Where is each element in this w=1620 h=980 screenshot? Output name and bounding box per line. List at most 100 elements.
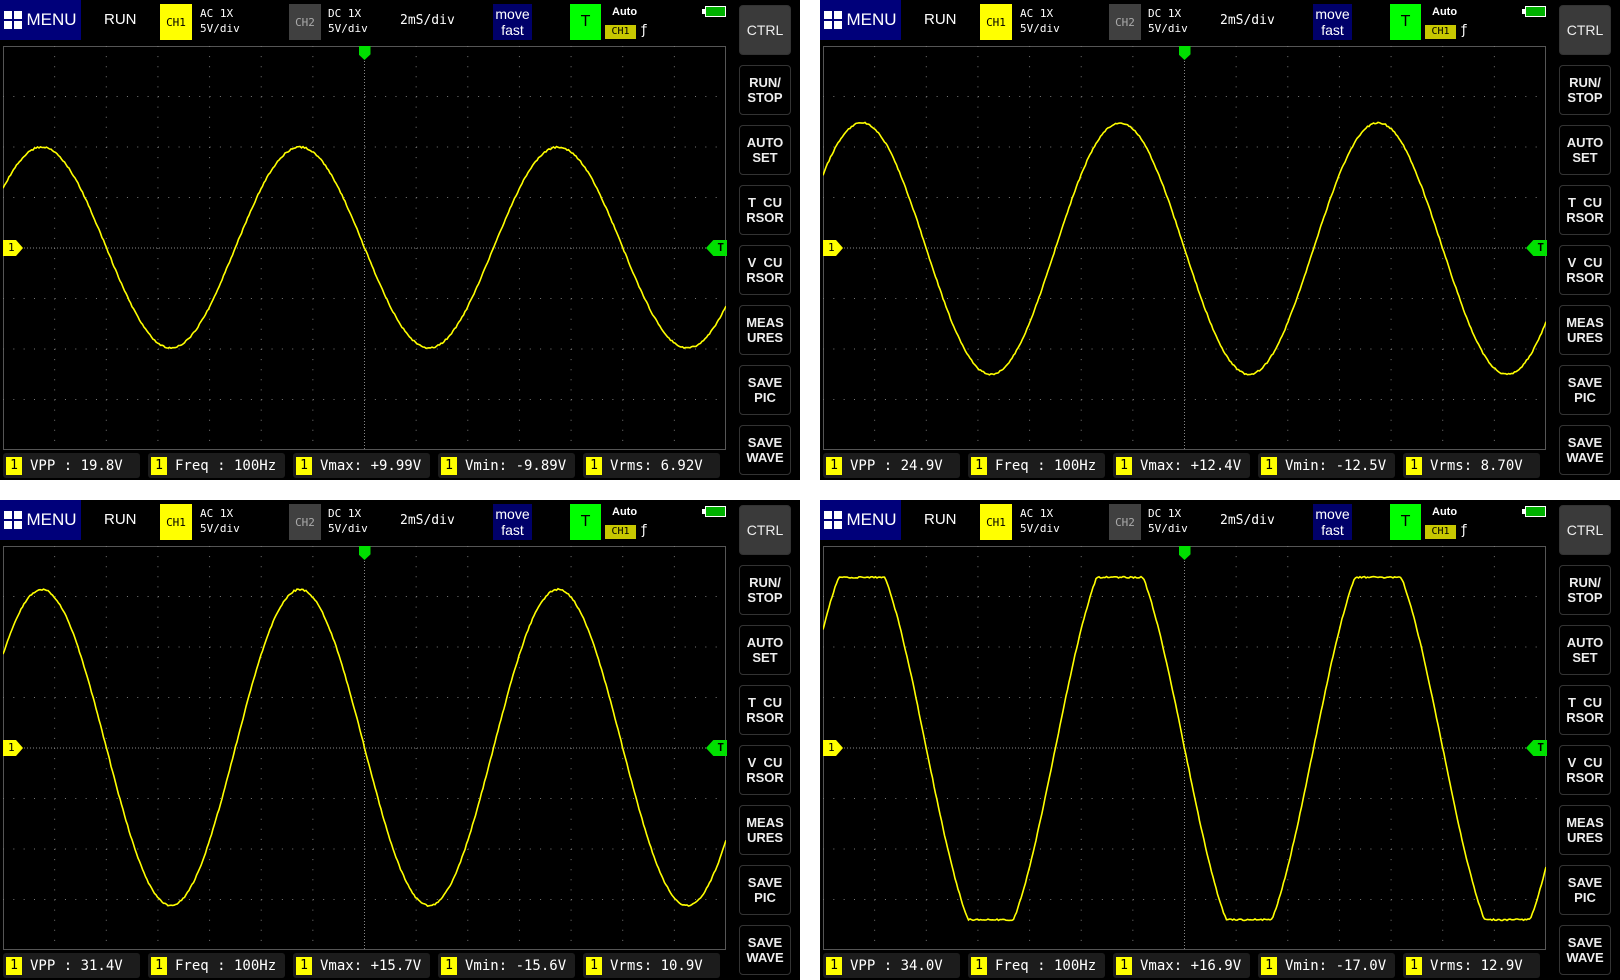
button-autoset[interactable]: AUTO SET bbox=[1559, 625, 1611, 675]
run-status[interactable]: RUN bbox=[924, 511, 957, 528]
waveform-plot bbox=[823, 546, 1546, 950]
button-runstop[interactable]: RUN/ STOP bbox=[1559, 565, 1611, 615]
button-vcursor[interactable]: V CU RSOR bbox=[739, 745, 791, 795]
timebase[interactable]: 2mS/div bbox=[1220, 13, 1275, 28]
move-speed-button[interactable]: move fast bbox=[1313, 504, 1352, 540]
measurement-vrms[interactable]: 1 Vrms: 10.9V bbox=[583, 953, 720, 978]
button-vcursor[interactable]: V CU RSOR bbox=[1559, 245, 1611, 295]
button-autoset[interactable]: AUTO SET bbox=[739, 625, 791, 675]
measurement-value: Freq : 100Hz bbox=[175, 458, 276, 474]
measurement-vmax[interactable]: 1 Vmax: +12.4V bbox=[1113, 453, 1250, 478]
button-measures[interactable]: MEAS URES bbox=[1559, 305, 1611, 355]
channel-badge: 1 bbox=[971, 457, 987, 475]
measurement-freq[interactable]: 1 Freq : 100Hz bbox=[148, 453, 285, 478]
run-status[interactable]: RUN bbox=[104, 511, 137, 528]
measurement-vrms[interactable]: 1 Vrms: 6.92V bbox=[583, 453, 720, 478]
measurement-vpp[interactable]: 1 VPP : 24.9V bbox=[823, 453, 960, 478]
button-savepic[interactable]: SAVE PIC bbox=[739, 365, 791, 415]
button-ctrl[interactable]: CTRL bbox=[739, 505, 791, 555]
measurement-value: Vmax: +12.4V bbox=[1140, 458, 1241, 474]
button-measures[interactable]: MEAS URES bbox=[1559, 805, 1611, 855]
measurement-value: Vrms: 6.92V bbox=[610, 458, 703, 474]
button-savewave[interactable]: SAVE WAVE bbox=[739, 425, 791, 475]
button-savepic[interactable]: SAVE PIC bbox=[1559, 365, 1611, 415]
ch2-button[interactable]: CH2 bbox=[289, 4, 321, 40]
button-savewave[interactable]: SAVE WAVE bbox=[1559, 425, 1611, 475]
trigger-button[interactable]: T bbox=[1390, 4, 1421, 40]
button-savepic[interactable]: SAVE PIC bbox=[1559, 865, 1611, 915]
button-tcursor[interactable]: T CU RSOR bbox=[1559, 685, 1611, 735]
button-autoset[interactable]: AUTO SET bbox=[1559, 125, 1611, 175]
channel-badge: 1 bbox=[586, 957, 602, 975]
ch1-button[interactable]: CH1 bbox=[980, 504, 1012, 540]
measurement-vrms[interactable]: 1 Vrms: 12.9V bbox=[1403, 953, 1540, 978]
rising-edge-icon: ƒ bbox=[640, 23, 648, 38]
menu-label: MENU bbox=[846, 10, 896, 30]
measurement-freq[interactable]: 1 Freq : 100Hz bbox=[148, 953, 285, 978]
button-ctrl[interactable]: CTRL bbox=[1559, 5, 1611, 55]
ch1-button[interactable]: CH1 bbox=[160, 4, 192, 40]
button-runstop[interactable]: RUN/ STOP bbox=[739, 65, 791, 115]
button-savepic[interactable]: SAVE PIC bbox=[739, 865, 791, 915]
measurement-vrms[interactable]: 1 Vrms: 8.70V bbox=[1403, 453, 1540, 478]
measurement-vmin[interactable]: 1 Vmin: -17.0V bbox=[1258, 953, 1395, 978]
move-speed-button[interactable]: move fast bbox=[493, 4, 532, 40]
move-line2: fast bbox=[1313, 522, 1352, 538]
menu-button[interactable]: MENU bbox=[0, 500, 81, 540]
menu-button[interactable]: MENU bbox=[820, 0, 901, 40]
ch2-button[interactable]: CH2 bbox=[1109, 504, 1141, 540]
measurement-vmin[interactable]: 1 Vmin: -15.6V bbox=[438, 953, 575, 978]
ch2-settings: DC 1X 5V/div bbox=[328, 6, 368, 36]
button-vcursor[interactable]: V CU RSOR bbox=[739, 245, 791, 295]
ch1-scale: 5V/div bbox=[1020, 521, 1060, 536]
button-measures[interactable]: MEAS URES bbox=[739, 805, 791, 855]
button-tcursor[interactable]: T CU RSOR bbox=[739, 185, 791, 235]
button-measures[interactable]: MEAS URES bbox=[739, 305, 791, 355]
move-speed-button[interactable]: move fast bbox=[493, 504, 532, 540]
menu-label: MENU bbox=[26, 10, 76, 30]
menu-button[interactable]: MENU bbox=[0, 0, 81, 40]
menu-grid-icon bbox=[824, 511, 842, 529]
timebase[interactable]: 2mS/div bbox=[1220, 513, 1275, 528]
measurement-value: VPP : 19.8V bbox=[30, 458, 123, 474]
ch2-button[interactable]: CH2 bbox=[289, 504, 321, 540]
move-speed-button[interactable]: move fast bbox=[1313, 4, 1352, 40]
move-line1: move bbox=[1313, 506, 1352, 522]
measurement-vmin[interactable]: 1 Vmin: -12.5V bbox=[1258, 453, 1395, 478]
measurement-freq[interactable]: 1 Freq : 100Hz bbox=[968, 953, 1105, 978]
channel-badge: 1 bbox=[151, 457, 167, 475]
button-ctrl[interactable]: CTRL bbox=[1559, 505, 1611, 555]
measurement-vpp[interactable]: 1 VPP : 34.0V bbox=[823, 953, 960, 978]
button-runstop[interactable]: RUN/ STOP bbox=[1559, 65, 1611, 115]
measurement-vmax[interactable]: 1 Vmax: +16.9V bbox=[1113, 953, 1250, 978]
timebase[interactable]: 2mS/div bbox=[400, 513, 455, 528]
ch1-scale: 5V/div bbox=[200, 21, 240, 36]
trigger-button[interactable]: T bbox=[1390, 504, 1421, 540]
measurement-vpp[interactable]: 1 VPP : 31.4V bbox=[3, 953, 140, 978]
button-ctrl[interactable]: CTRL bbox=[739, 5, 791, 55]
button-vcursor[interactable]: V CU RSOR bbox=[1559, 745, 1611, 795]
trigger-button[interactable]: T bbox=[570, 504, 601, 540]
menu-button[interactable]: MENU bbox=[820, 500, 901, 540]
button-runstop[interactable]: RUN/ STOP bbox=[739, 565, 791, 615]
run-status[interactable]: RUN bbox=[104, 11, 137, 28]
trigger-button[interactable]: T bbox=[570, 4, 601, 40]
trigger-mode: Auto bbox=[1432, 506, 1457, 518]
measurement-vmax[interactable]: 1 Vmax: +9.99V bbox=[293, 453, 430, 478]
measurement-vpp[interactable]: 1 VPP : 19.8V bbox=[3, 453, 140, 478]
ch1-button[interactable]: CH1 bbox=[980, 4, 1012, 40]
button-savewave[interactable]: SAVE WAVE bbox=[739, 925, 791, 975]
measurement-vmin[interactable]: 1 Vmin: -9.89V bbox=[438, 453, 575, 478]
ch2-button[interactable]: CH2 bbox=[1109, 4, 1141, 40]
ch1-button[interactable]: CH1 bbox=[160, 504, 192, 540]
measurement-vmax[interactable]: 1 Vmax: +15.7V bbox=[293, 953, 430, 978]
button-tcursor[interactable]: T CU RSOR bbox=[739, 685, 791, 735]
button-tcursor[interactable]: T CU RSOR bbox=[1559, 185, 1611, 235]
channel-badge: 1 bbox=[971, 957, 987, 975]
button-autoset[interactable]: AUTO SET bbox=[739, 125, 791, 175]
measurement-freq[interactable]: 1 Freq : 100Hz bbox=[968, 453, 1105, 478]
timebase[interactable]: 2mS/div bbox=[400, 13, 455, 28]
run-status[interactable]: RUN bbox=[924, 11, 957, 28]
button-savewave[interactable]: SAVE WAVE bbox=[1559, 925, 1611, 975]
ch1-trace bbox=[3, 147, 726, 349]
